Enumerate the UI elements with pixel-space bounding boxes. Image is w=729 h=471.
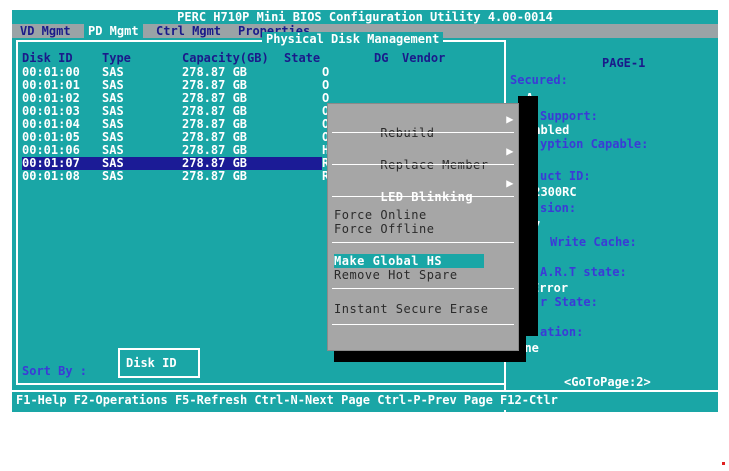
col-header-state: State [284,51,321,65]
sort-by-label: Sort By : [22,364,88,378]
menu-item-rebuild[interactable]: Rebuild ▶ [334,112,514,140]
tab-ctrl-mgmt[interactable]: Ctrl Mgmt [152,24,225,38]
col-header-disk-id: Disk ID [22,51,73,65]
menu-separator [332,196,514,197]
cell-capacity: 278.87 GB [182,169,248,183]
cell-disk-id: 00:01:08 [22,169,80,183]
goto-page-link[interactable]: <GoToPage:2> [564,376,651,389]
submenu-arrow-icon: ▶ [506,176,514,190]
product-id-label: uct ID: [540,169,591,183]
revision-label: sion: [540,201,577,215]
context-menu: Rebuild ▶ Replace Member ▶ LED Blinking … [327,103,519,351]
menu-separator [332,288,514,289]
col-header-type: Type [102,51,131,65]
table-row[interactable]: 00:01:08 SAS 278.87 GB R [22,170,332,183]
menu-separator [332,324,514,325]
red-dot-mark [722,462,725,465]
menu-item-label: Replace Member [380,158,489,172]
tab-vd-mgmt[interactable]: VD Mgmt [16,24,75,38]
submenu-arrow-icon: ▶ [506,144,514,158]
power-state-label: r State: [540,295,598,309]
menu-item-replace-member[interactable]: Replace Member ▶ [334,144,514,172]
menu-item-force-online[interactable]: Force Online [334,208,512,222]
submenu-arrow-icon: ▶ [506,112,514,126]
tab-pd-mgmt[interactable]: PD Mgmt [84,24,143,38]
cell-type: SAS [102,169,124,183]
smart-state-label: A.R.T state: [540,265,627,279]
encryption-capable-label: yption Capable: [540,137,649,151]
page-indicator: PAGE-1 [602,56,646,70]
menu-separator [332,242,514,243]
sort-by-select[interactable]: Disk ID [118,348,200,378]
menu-item-label: Rebuild [380,126,435,140]
menu-separator [332,132,514,133]
status-bar: F1-Help F2-Operations F5-Refresh Ctrl-N-… [12,390,718,410]
support-label: Support: [540,109,598,123]
secured-label: Secured: [510,73,568,87]
menu-item-instant-secure-erase[interactable]: Instant Secure Erase [334,302,512,316]
write-cache-label: Write Cache: [550,235,637,249]
menu-item-remove-hot-spare[interactable]: Remove Hot Spare [334,268,512,282]
menu-item-make-global-hs[interactable]: Make Global HS [334,254,484,268]
menu-item-led-blinking[interactable]: LED Blinking ▶ [334,176,514,204]
bios-screen: PERC H710P Mini BIOS Configuration Utili… [12,10,718,412]
col-header-capacity: Capacity(GB) [182,51,269,65]
col-header-vendor: Vendor [402,51,446,65]
menu-separator [332,164,514,165]
col-header-dg: DG [374,51,389,65]
menu-item-force-offline[interactable]: Force Offline [334,222,512,236]
menu-item-label: LED Blinking [380,190,474,204]
app-title: PERC H710P Mini BIOS Configuration Utili… [12,10,718,24]
operation-label: ation: [540,325,584,339]
panel-title: Physical Disk Management [262,32,444,46]
